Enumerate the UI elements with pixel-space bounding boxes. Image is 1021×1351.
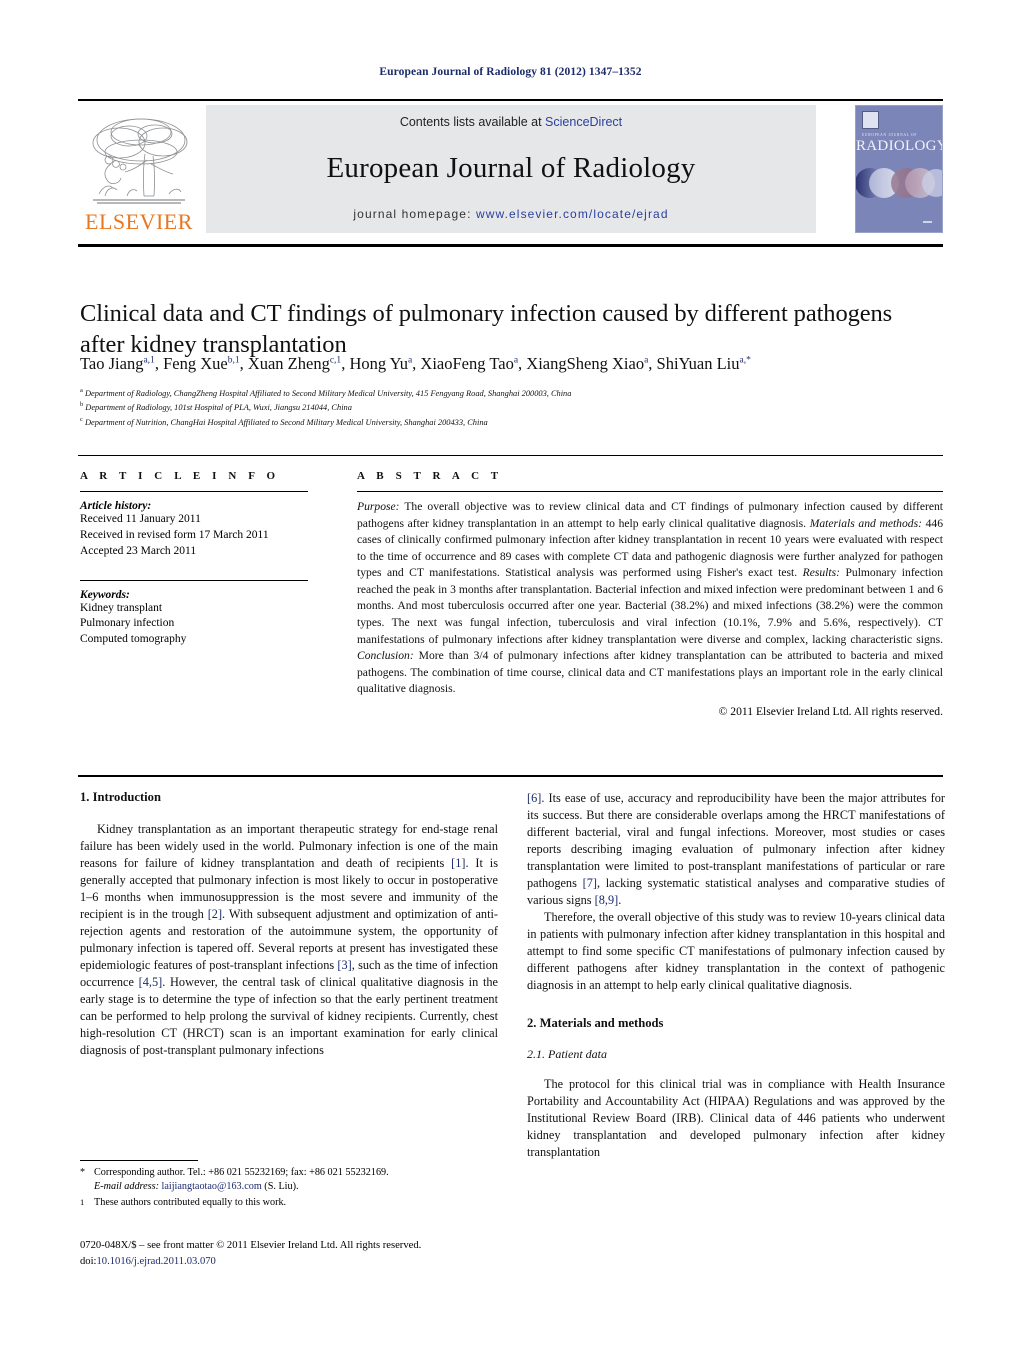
footnote-equal-contribution: 1 These authors contributed equally to t… [80,1196,500,1215]
affiliation-list: a Department of Radiology, ChangZheng Ho… [80,386,940,429]
keyword-item-3: Computed tomography [80,633,187,646]
footnote-mark-corresponding: * [80,1167,86,1178]
corresponding-author-line: Corresponding author. Tel.: +86 021 5523… [94,1167,389,1178]
journal-cover-thumbnail: EUROPEAN JOURNAL OF RADIOLOGY [855,105,943,233]
cover-superline: EUROPEAN JOURNAL OF [862,133,918,137]
footnote-block: * Corresponding author. Tel.: +86 021 55… [80,1166,500,1215]
article-history-revised: Received in revised form 17 March 2011 [80,528,269,541]
email-label: E-mail address: [94,1181,159,1193]
abstract-conclusion-text: More than 3/4 of pulmonary infections af… [357,649,943,696]
email-link[interactable]: laijiangtaotao@163.com [162,1181,262,1192]
article-info-label: A R T I C L E I N F O [80,470,280,482]
journal-title: European Journal of Radiology [326,151,696,184]
affiliation-a: a Department of Radiology, ChangZheng Ho… [80,386,940,400]
article-history-accepted: Accepted 23 March 2011 [80,544,197,557]
abstract-bottom-rule [78,775,943,777]
article-info-section: A R T I C L E I N F O Article history: R… [80,470,308,648]
keywords-label: Keywords: [80,588,130,601]
article-info-divider-2 [80,579,308,581]
affiliation-text-a: Department of Radiology, ChangZheng Hosp… [84,388,572,398]
homepage-link[interactable]: www.elsevier.com/locate/ejrad [476,207,669,221]
abstract-copyright: © 2011 Elsevier Ireland Ltd. All rights … [718,704,943,718]
abstract-body: Purpose: The overall objective was to re… [357,499,943,698]
email-suffix: (S. Liu). [264,1181,299,1193]
author-list: Tao Jianga,1, Feng Xueb,1, Xuan Zhengc,1… [80,354,751,373]
abstract-purpose-lead: Purpose: [357,500,400,513]
doi-link[interactable]: 10.1016/j.ejrad.2011.03.070 [96,1256,215,1267]
affiliation-text-c: Department of Nutrition, ChangHai Hospit… [84,417,488,427]
running-head: European Journal of Radiology 81 (2012) … [379,66,642,78]
elsevier-wordmark: ELSEVIER [85,209,193,234]
doi-prefix: doi: [80,1255,97,1267]
header-top-rule [78,99,943,101]
article-history-label: Article history: [80,500,152,512]
body-column-left: 1. Introduction Kidney transplantation a… [80,790,498,1059]
abstract-top-rule [78,455,943,456]
sciencedirect-banner: Contents lists available at ScienceDirec… [206,105,816,233]
keyword-item-1: Kidney transplant [80,601,163,614]
affiliation-text-b: Department of Radiology, 101st Hospital … [85,403,352,413]
affiliation-mark-b: b [80,401,84,409]
footnote-corresponding-text: Corresponding author. Tel.: +86 021 5523… [94,1166,500,1195]
abstract-divider [357,491,943,492]
intro-paragraph-right-2: Therefore, the overall objective of this… [527,910,945,993]
footnote-equal-text: These authors contributed equally to thi… [94,1196,287,1208]
keyword-item-2: Pulmonary infection [80,617,175,630]
article-page: European Journal of Radiology 81 (2012) … [0,0,1021,1351]
footnote-mark-equal: 1 [80,1196,85,1207]
homepage-prefix: journal homepage: [353,207,476,221]
cover-dash-mark [923,221,932,223]
contents-prefix: Contents lists available at [399,115,546,129]
abstract-conclusion-lead: Conclusion: [357,649,414,663]
cover-publisher-badge [862,111,879,129]
header-bottom-rule [78,244,943,247]
abstract-conclusion: Conclusion: More than 3/4 of pulmonary i… [357,649,943,695]
journal-masthead: ELSEVIER Contents lists available at Sci… [78,105,943,233]
journal-homepage-line: journal homepage: www.elsevier.com/locat… [353,207,668,221]
elsevier-logo: ELSEVIER [78,105,200,233]
body-column-right: [6]. Its ease of use, accuracy and repro… [527,790,945,1161]
abstract-results-lead: Results: [802,566,840,580]
cover-artwork: EUROPEAN JOURNAL OF RADIOLOGY [856,106,942,232]
imprint-front-matter: 0720-048X/$ – see front matter © 2011 El… [80,1240,422,1251]
section-heading-materials-methods: 2. Materials and methods [527,1016,664,1031]
footnote-corresponding: * Corresponding author. Tel.: +86 021 55… [80,1166,500,1195]
section-heading-introduction: 1. Introduction [80,790,161,804]
sciencedirect-link[interactable]: ScienceDirect [545,115,622,129]
subsection-heading-patient-data: 2.1. Patient data [527,1047,607,1062]
cover-circles-graphic [856,168,942,198]
imprint-block: 0720-048X/$ – see front matter © 2011 El… [80,1238,520,1270]
affiliation-b: b Department of Radiology, 101st Hospita… [80,400,940,414]
article-history-received: Received 11 January 2011 [80,513,201,525]
footnote-rule [80,1160,198,1161]
affiliation-c: c Department of Nutrition, ChangHai Hosp… [80,415,940,429]
intro-paragraph-right: [6]. Its ease of use, accuracy and repro… [527,791,945,908]
methods-paragraph: The protocol for this clinical trial was… [527,1077,945,1160]
contents-line: Contents lists available at ScienceDirec… [400,115,622,129]
page-title: Clinical data and CT findings of pulmona… [80,300,893,359]
article-info-divider-1 [80,491,308,492]
cover-title: RADIOLOGY [856,138,943,154]
imprint-doi: doi:10.1016/j.ejrad.2011.03.070 [80,1254,520,1270]
affiliation-mark-a: a [80,387,83,394]
keywords-block: Keywords: Kidney transplant Pulmonary in… [80,589,308,649]
abstract-section: A B S T R A C T Purpose: The overall obj… [357,470,943,718]
elsevier-tree-icon [83,112,195,210]
intro-paragraph-left: Kidney transplantation as an important t… [80,822,499,1058]
affiliation-mark-c: c [80,415,83,423]
abstract-methods-lead: Materials and methods: [809,516,922,530]
abstract-label: A B S T R A C T [357,470,503,482]
